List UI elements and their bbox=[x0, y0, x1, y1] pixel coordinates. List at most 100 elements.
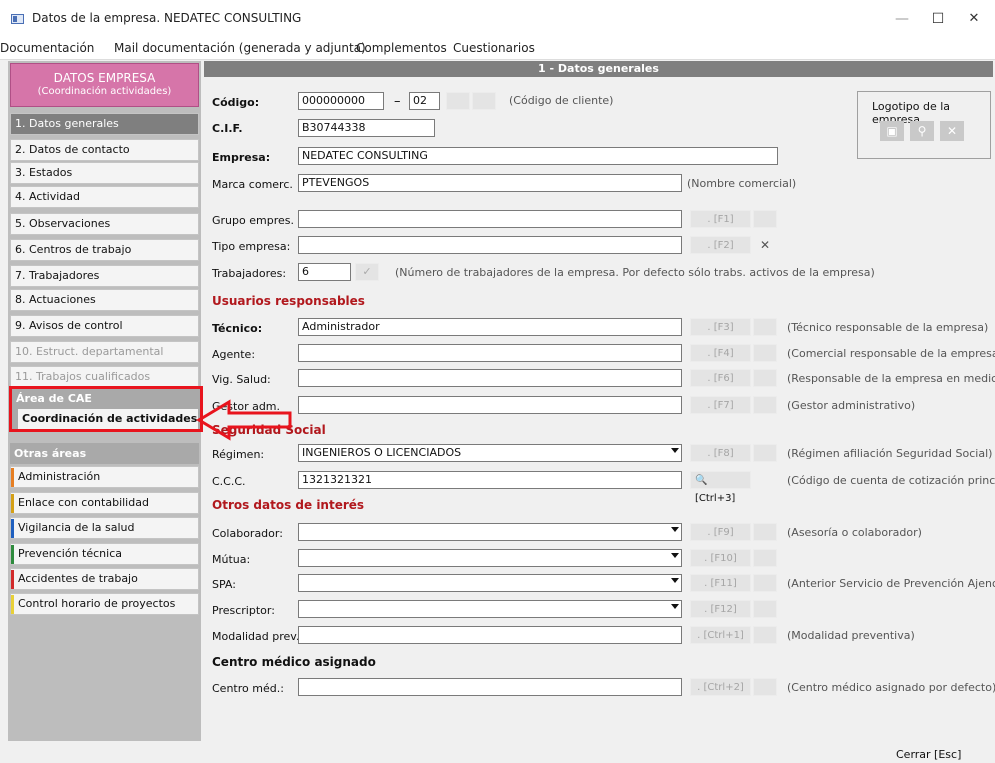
gestor-note: (Gestor administrativo) bbox=[787, 399, 916, 412]
sidebar-item-prevencion-tecnica[interactable]: Prevención técnica bbox=[10, 543, 199, 565]
tecnico-label: Técnico: bbox=[212, 322, 263, 335]
sidebar-item-actuaciones[interactable]: 8. Actuaciones bbox=[10, 289, 199, 311]
regimen-extra-button[interactable] bbox=[753, 444, 777, 462]
otras-areas-title: Otras áreas bbox=[10, 443, 199, 464]
sidebar-item-trabajos-cualificados: 11. Trabajos cualificados bbox=[10, 366, 199, 388]
centro-medico-lookup-button[interactable]: . [Ctrl+2] bbox=[690, 678, 751, 696]
sidebar-item-coordinacion-actividades[interactable]: Coordinación de actividades bbox=[18, 409, 198, 429]
modalidad-extra-button[interactable] bbox=[753, 626, 777, 644]
item-label: Control horario de proyectos bbox=[18, 597, 176, 610]
tecnico-extra-button[interactable] bbox=[753, 318, 777, 336]
title-bar: Datos de la empresa. NEDATEC CONSULTING … bbox=[0, 0, 995, 38]
delete-icon[interactable]: ✕ bbox=[940, 121, 964, 141]
cerrar-button[interactable]: Cerrar [Esc] bbox=[896, 748, 961, 761]
tipo-lookup-button[interactable]: . [F2] bbox=[690, 236, 751, 254]
item-label: Vigilancia de la salud bbox=[18, 521, 135, 534]
agente-lookup-button[interactable]: . [F4] bbox=[690, 344, 751, 362]
sidebar-item-trabajadores[interactable]: 7. Trabajadores bbox=[10, 265, 199, 287]
spa-lookup-button[interactable]: . [F11] bbox=[690, 574, 751, 592]
gestor-lookup-button[interactable]: . [F7] bbox=[690, 396, 751, 414]
sidebar-item-datos-contacto[interactable]: 2. Datos de contacto bbox=[10, 139, 199, 161]
codigo-prev-button[interactable] bbox=[446, 92, 470, 110]
menu-mail-documentacion[interactable]: Mail documentación (generada y adjunta) bbox=[114, 41, 366, 55]
sidebar-item-accidentes-trabajo[interactable]: Accidentes de trabajo bbox=[10, 568, 199, 590]
sidebar-item-control-horario[interactable]: Control horario de proyectos bbox=[10, 593, 199, 615]
codigo-input[interactable]: 000000000 bbox=[298, 92, 384, 110]
colaborador-select[interactable] bbox=[298, 523, 682, 541]
sidebar-item-centros-trabajo[interactable]: 6. Centros de trabajo bbox=[10, 239, 199, 261]
modalidad-input[interactable] bbox=[298, 626, 682, 644]
spa-extra-button[interactable] bbox=[753, 574, 777, 592]
colaborador-extra-button[interactable] bbox=[753, 523, 777, 541]
agente-extra-button[interactable] bbox=[753, 344, 777, 362]
gestor-extra-button[interactable] bbox=[753, 396, 777, 414]
search-icon: 🔍 bbox=[695, 475, 708, 486]
empresa-input[interactable]: NEDATEC CONSULTING bbox=[298, 147, 778, 165]
regimen-select[interactable]: INGENIEROS O LICENCIADOS bbox=[298, 444, 682, 462]
modalidad-lookup-button[interactable]: . [Ctrl+1] bbox=[690, 626, 751, 644]
prescriptor-extra-button[interactable] bbox=[753, 600, 777, 618]
regimen-lookup-button[interactable]: . [F8] bbox=[690, 444, 751, 462]
maximize-button[interactable]: ☐ bbox=[918, 6, 958, 32]
check-icon[interactable]: ✓ bbox=[355, 263, 379, 281]
mutua-extra-button[interactable] bbox=[753, 549, 777, 567]
vig-salud-input[interactable] bbox=[298, 369, 682, 387]
ccc-search-button[interactable]: 🔍 [Ctrl+3] bbox=[690, 471, 751, 504]
tipo-input[interactable] bbox=[298, 236, 682, 254]
usuarios-section-title: Usuarios responsables bbox=[212, 294, 365, 308]
sidebar-item-avisos-control[interactable]: 9. Avisos de control bbox=[10, 315, 199, 337]
mutua-select[interactable] bbox=[298, 549, 682, 567]
cif-input[interactable]: B30744338 bbox=[298, 119, 435, 137]
modalidad-note: (Modalidad preventiva) bbox=[787, 629, 915, 642]
centro-medico-input[interactable] bbox=[298, 678, 682, 696]
mutua-lookup-button[interactable]: . [F10] bbox=[690, 549, 751, 567]
sidebar-item-datos-generales[interactable]: 1. Datos generales bbox=[10, 113, 199, 135]
color-strip bbox=[11, 494, 14, 513]
agente-note: (Comercial responsable de la empresa) bbox=[787, 347, 995, 360]
sidebar-item-enlace-contabilidad[interactable]: Enlace con contabilidad bbox=[10, 492, 199, 514]
image-icon[interactable]: ▣ bbox=[880, 121, 904, 141]
mutua-label: Mútua: bbox=[212, 553, 251, 566]
agente-input[interactable] bbox=[298, 344, 682, 362]
sidebar-item-administracion[interactable]: Administración bbox=[10, 466, 199, 488]
window-title: Datos de la empresa. NEDATEC CONSULTING bbox=[32, 11, 302, 25]
trabajadores-input[interactable]: 6 bbox=[298, 263, 351, 281]
codigo-suffix-input[interactable]: 02 bbox=[409, 92, 440, 110]
prescriptor-lookup-button[interactable]: . [F12] bbox=[690, 600, 751, 618]
close-button[interactable]: ✕ bbox=[954, 6, 994, 32]
centro-medico-extra-button[interactable] bbox=[753, 678, 777, 696]
vig-salud-lookup-button[interactable]: . [F6] bbox=[690, 369, 751, 387]
menu-cuestionarios[interactable]: Cuestionarios bbox=[453, 41, 535, 55]
sidebar-item-estados[interactable]: 3. Estados bbox=[10, 162, 199, 184]
ccc-input[interactable]: 1321321321 bbox=[298, 471, 682, 489]
menu-documentacion[interactable]: Documentación bbox=[0, 41, 94, 55]
tecnico-lookup-button[interactable]: . [F3] bbox=[690, 318, 751, 336]
sidebar-item-observaciones[interactable]: 5. Observaciones bbox=[10, 213, 199, 235]
spa-select[interactable] bbox=[298, 574, 682, 592]
app-icon bbox=[11, 14, 24, 24]
tecnico-input[interactable]: Administrador bbox=[298, 318, 682, 336]
sidebar-header[interactable]: DATOS EMPRESA (Coordinación actividades) bbox=[10, 63, 199, 107]
centro-medico-label: Centro méd.: bbox=[212, 682, 284, 695]
menu-complementos[interactable]: Complementos bbox=[356, 41, 447, 55]
codigo-next-button[interactable] bbox=[472, 92, 496, 110]
vig-salud-extra-button[interactable] bbox=[753, 369, 777, 387]
colaborador-lookup-button[interactable]: . [F9] bbox=[690, 523, 751, 541]
minimize-button[interactable]: — bbox=[882, 6, 922, 32]
cif-label: C.I.F. bbox=[212, 122, 243, 135]
tipo-clear-icon[interactable]: ✕ bbox=[760, 238, 770, 252]
prescriptor-select[interactable] bbox=[298, 600, 682, 618]
grupo-lookup-button[interactable]: . [F1] bbox=[690, 210, 751, 228]
gestor-input[interactable] bbox=[298, 396, 682, 414]
sidebar-item-actividad[interactable]: 4. Actividad bbox=[10, 186, 199, 208]
zoom-icon[interactable]: ⚲ bbox=[910, 121, 934, 141]
grupo-extra-button[interactable] bbox=[753, 210, 777, 228]
sidebar-item-vigilancia-salud[interactable]: Vigilancia de la salud bbox=[10, 517, 199, 539]
ccc-note: (Código de cuenta de cotización principa… bbox=[787, 474, 995, 487]
agente-label: Agente: bbox=[212, 348, 256, 361]
centro-medico-section-title: Centro médico asignado bbox=[212, 655, 376, 669]
grupo-input[interactable] bbox=[298, 210, 682, 228]
marca-input[interactable]: PTEVENGOS bbox=[298, 174, 682, 192]
item-label: Enlace con contabilidad bbox=[18, 496, 149, 509]
codigo-dash: – bbox=[394, 94, 401, 109]
